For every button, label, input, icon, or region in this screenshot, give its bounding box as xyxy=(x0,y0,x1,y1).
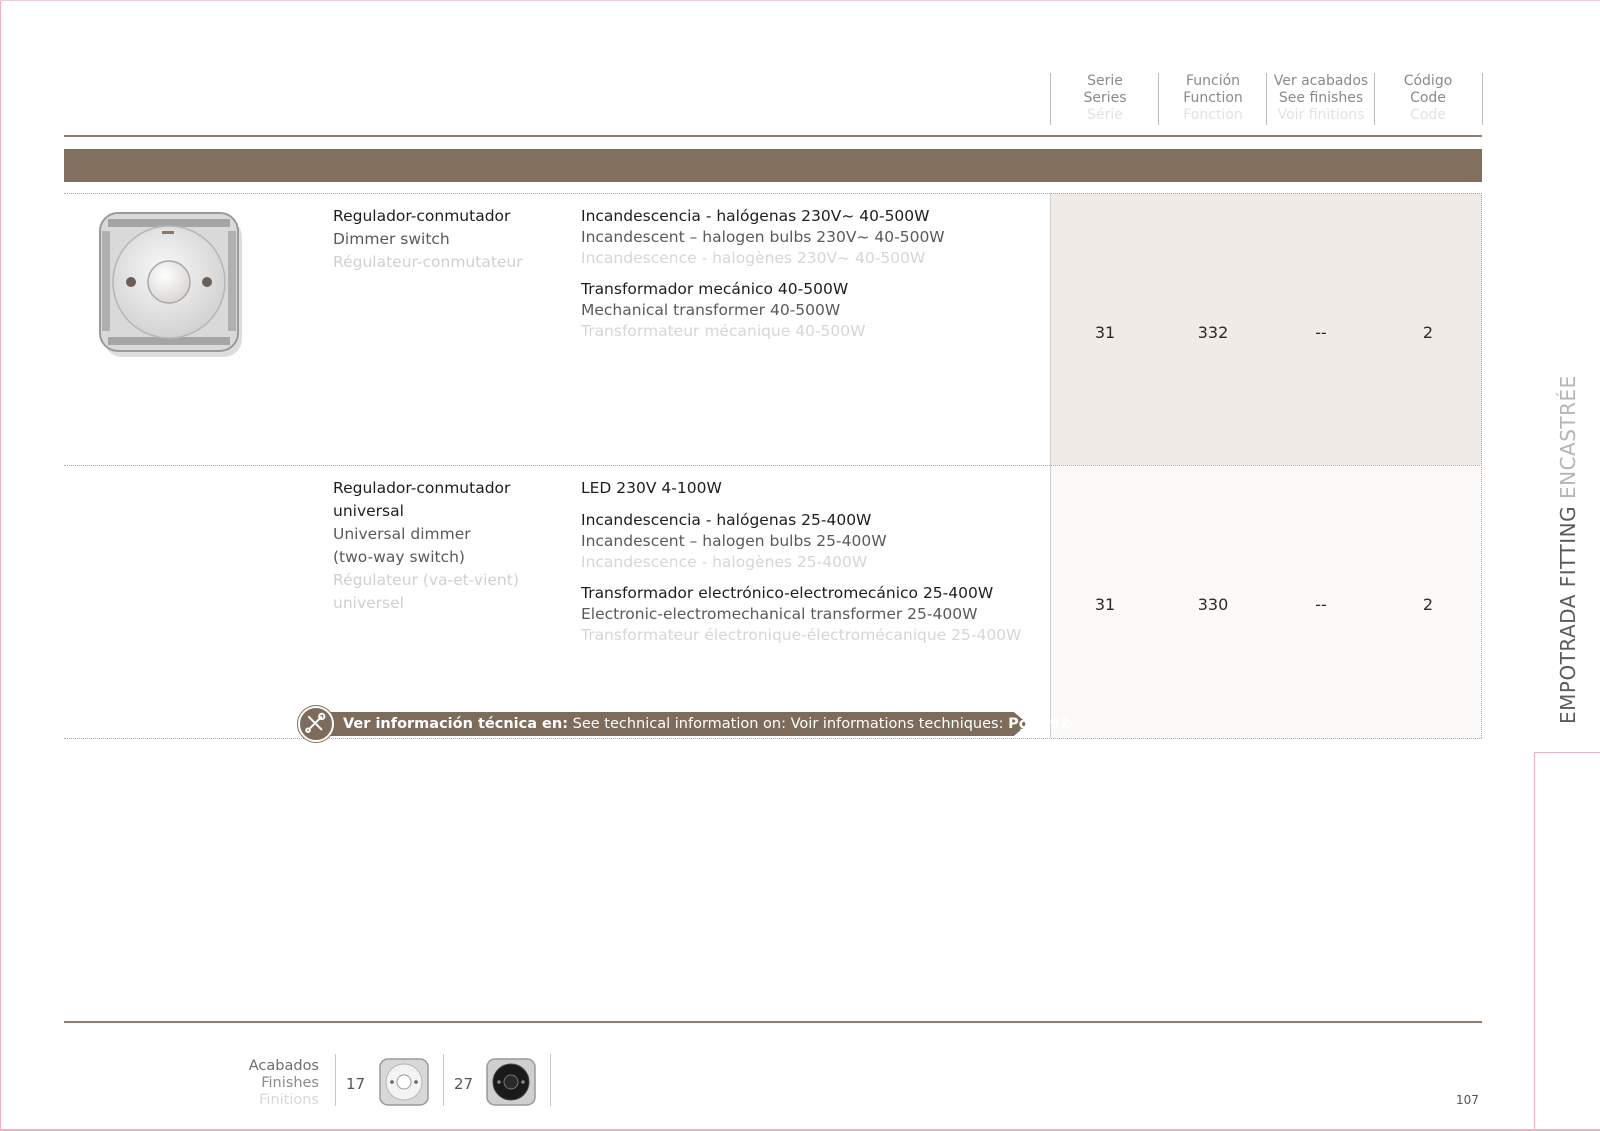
section-side-label: EMPOTRADA FITTING ENCASTRÉE xyxy=(1556,375,1580,724)
white-finish-swatch xyxy=(379,1058,429,1106)
spec-incandescent: Incandescencia - halógenas 25-400W Incan… xyxy=(581,511,887,571)
finish-code: 27 xyxy=(454,1075,474,1093)
finishes-label: Acabados Finishes Finitions xyxy=(248,1058,319,1108)
black-finish-swatch xyxy=(486,1058,536,1106)
series-value: 31 xyxy=(1094,595,1116,614)
column-header-finishes: Ver acabados See finishes Voir finitions xyxy=(1273,73,1369,123)
page-frame-top xyxy=(0,0,1600,1)
function-value: 330 xyxy=(1197,595,1229,614)
column-header-function: Función Function Fonction xyxy=(1183,73,1243,123)
finishes-value: -- xyxy=(1315,595,1327,614)
section-bar xyxy=(64,149,1482,182)
spec-mechanical-transformer: Transformador mecánico 40-500W Mechanica… xyxy=(581,280,866,340)
section-tab-edge xyxy=(1534,752,1535,1131)
spec-electronic-transformer: Transformador electrónico-electromecánic… xyxy=(581,584,1022,644)
technical-info-en: See technical information on: xyxy=(572,716,787,732)
product-name-universal-dimmer: Regulador-conmutador universal Universal… xyxy=(333,479,519,612)
spec-incandescent: Incandescencia - halógenas 230V~ 40-500W… xyxy=(581,207,945,267)
finishes-separator xyxy=(443,1054,444,1106)
product-name-dimmer-switch: Regulador-conmutador Dimmer switch Régul… xyxy=(333,207,523,271)
spec-led: LED 230V 4-100W xyxy=(581,479,722,497)
code-value: 2 xyxy=(1422,595,1434,614)
column-separator xyxy=(1482,73,1483,125)
series-value: 31 xyxy=(1094,323,1116,342)
technical-info-page[interactable]: Pg. 192 xyxy=(1008,716,1070,732)
technical-info-text: Ver información técnica en: See technica… xyxy=(343,715,1070,733)
footer-rule xyxy=(64,1021,1482,1023)
code-value: 2 xyxy=(1422,323,1434,342)
technical-info-link[interactable]: Ver información técnica en: See technica… xyxy=(298,706,1070,745)
finishes-separator xyxy=(550,1054,551,1106)
column-header-code: Código Code Code xyxy=(1403,73,1453,123)
technical-info-fr: Voir informations techniques: xyxy=(790,716,1004,732)
header-rule xyxy=(64,135,1482,137)
row-divider xyxy=(64,193,1482,194)
function-value: 332 xyxy=(1197,323,1229,342)
finishes-separator xyxy=(335,1054,336,1106)
column-header-series: Serie Series Série xyxy=(1083,73,1127,123)
dimmer-switch-image xyxy=(99,212,242,357)
tools-icon xyxy=(298,706,334,742)
page-frame-left xyxy=(0,0,1,1131)
row-divider xyxy=(64,465,1482,466)
section-tab-edge-top xyxy=(1534,752,1600,753)
technical-info-es: Ver información técnica en: xyxy=(343,716,569,732)
page-number: 107 xyxy=(1456,1093,1479,1107)
finishes-value: -- xyxy=(1315,323,1327,342)
finish-code: 17 xyxy=(346,1075,366,1093)
